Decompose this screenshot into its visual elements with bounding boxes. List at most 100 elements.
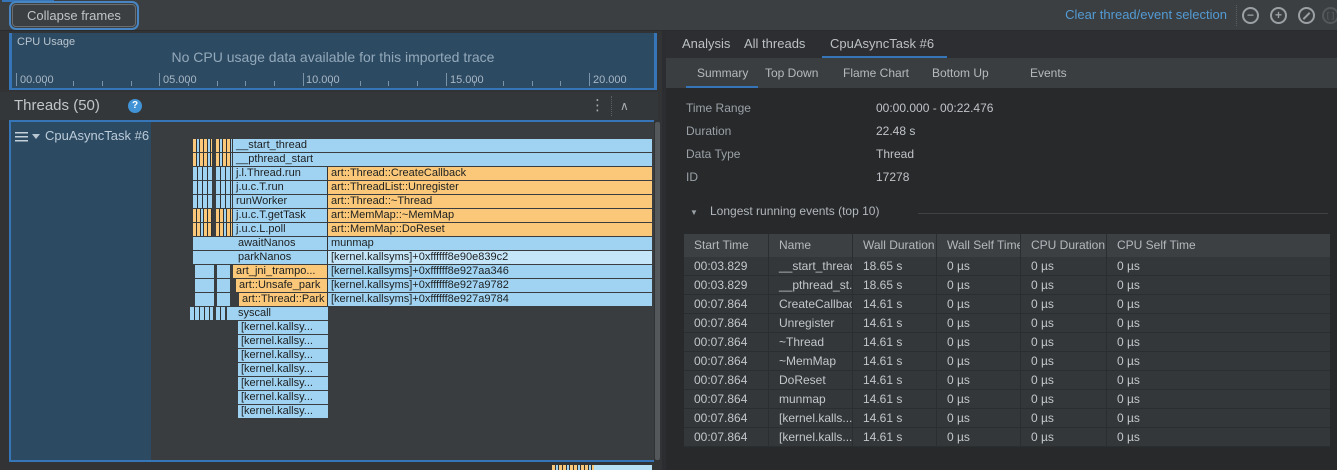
section-collapse-icon[interactable]: ▼ — [690, 208, 698, 217]
trace-event-bar[interactable]: [kernel.kallsy... — [238, 405, 328, 418]
trace-event-bar[interactable]: syscall — [227, 307, 328, 320]
trace-event-bar[interactable]: j.l.Thread.run — [233, 167, 328, 180]
collapse-frames-button[interactable]: Collapse frames — [12, 4, 136, 27]
trace-event-bar[interactable]: [kernel.kallsy... — [238, 363, 328, 376]
trace-event-bar[interactable] — [195, 265, 214, 278]
reset-zoom-icon[interactable] — [1298, 7, 1315, 24]
cpu-usage-panel[interactable]: CPU Usage No CPU usage data available fo… — [9, 33, 657, 90]
trace-event-bar[interactable]: [kernel.kallsy... — [238, 349, 328, 362]
more-options-icon[interactable]: ⋮ — [590, 92, 605, 120]
trace-event-bar[interactable]: runWorker — [233, 195, 328, 208]
table-row[interactable]: 00:03.829 __start_thread 18.65 s 0 µs 0 … — [684, 257, 1330, 276]
thread-list-item[interactable]: CpuAsyncTask #6 — [9, 122, 151, 460]
cell-wall-self: 0 µs — [937, 428, 1021, 446]
zoom-in-icon[interactable]: + — [1270, 7, 1287, 24]
trace-micro-events[interactable] — [190, 307, 213, 320]
trace-event-bar[interactable] — [217, 293, 230, 306]
trace-micro-events[interactable] — [216, 223, 232, 236]
trace-event-bar[interactable]: [kernel.kallsyms]+0xffffff8e927aa346 — [328, 265, 652, 278]
table-row[interactable]: 00:07.864 Unregister 14.61 s 0 µs 0 µs 0… — [684, 314, 1330, 333]
trace-event-bar[interactable]: __pthread_start — [233, 153, 652, 166]
trace-event-bar[interactable] — [195, 279, 214, 292]
trace-event-bar[interactable]: [kernel.kallsy... — [238, 335, 328, 348]
table-row[interactable]: 00:07.864 ~MemMap 14.61 s 0 µs 0 µs 0 µs — [684, 352, 1330, 371]
threads-scrollbar[interactable] — [655, 122, 660, 460]
trace-micro-events[interactable] — [193, 223, 212, 236]
thread-name-label: CpuAsyncTask #6 — [45, 128, 149, 143]
trace-micro-events[interactable] — [216, 307, 225, 320]
trace-micro-events[interactable] — [216, 153, 232, 166]
analysis-panel: Analysis All threads CpuAsyncTask #6 Sum… — [666, 31, 1337, 470]
trace-micro-events[interactable] — [193, 209, 212, 222]
trace-micro-events[interactable] — [216, 209, 232, 222]
trace-event-bar[interactable]: art::Thread::Park — [239, 293, 328, 306]
trace-event-bar[interactable]: [kernel.kallsy... — [238, 377, 328, 390]
trace-event-bar[interactable]: [kernel.kallsy... — [238, 391, 328, 404]
trace-event-bar[interactable]: art::ThreadList::Unregister — [328, 181, 652, 194]
trace-micro-events[interactable] — [216, 167, 232, 180]
trace-event-bar[interactable] — [195, 293, 214, 306]
column-header[interactable]: Name — [769, 234, 853, 257]
table-row[interactable]: 00:07.864 munmap 14.61 s 0 µs 0 µs 0 µs — [684, 390, 1330, 409]
table-row[interactable]: 00:07.864 ~Thread 14.61 s 0 µs 0 µs 0 µs — [684, 333, 1330, 352]
trace-event-bar[interactable] — [217, 265, 230, 278]
trace-event-bar[interactable]: [kernel.kallsy... — [238, 321, 328, 334]
trace-micro-events[interactable] — [193, 153, 212, 166]
trace-event-bar[interactable]: __start_thread — [233, 139, 652, 152]
table-row[interactable]: 00:07.864 CreateCallback 14.61 s 0 µs 0 … — [684, 295, 1330, 314]
trace-event-bar[interactable]: art::Thread::~Thread — [328, 195, 652, 208]
next-thread-preview[interactable] — [9, 464, 654, 470]
help-icon[interactable]: ? — [128, 99, 142, 113]
trace-event-bar[interactable]: art::Unsafe_park — [236, 279, 328, 292]
zoom-out-icon[interactable]: − — [1242, 7, 1259, 24]
column-header[interactable]: CPU Duration — [1021, 234, 1107, 257]
collapse-panel-icon[interactable]: ∧ — [620, 92, 629, 120]
trace-event-bar[interactable]: [kernel.kallsyms]+0xffffff8e927a9784 — [328, 293, 652, 306]
table-row[interactable]: 00:07.864 [kernel.kalls... 14.61 s 0 µs … — [684, 428, 1330, 447]
drag-handle-icon[interactable] — [15, 132, 28, 142]
column-header[interactable]: CPU Self Time — [1107, 234, 1330, 257]
trace-event-bar[interactable]: [kernel.kallsyms]+0xffffff8e90e839c2 — [328, 251, 652, 264]
trace-event-bar[interactable]: munmap — [328, 237, 652, 250]
trace-event-bar[interactable]: parkNanos — [193, 251, 328, 264]
trace-event-bar[interactable]: [kernel.kallsyms]+0xffffff8e927a9782 — [328, 279, 652, 292]
trace-micro-events[interactable] — [216, 181, 232, 194]
trace-micro-events[interactable] — [216, 139, 232, 152]
trace-event-bar[interactable]: art_jni_trampo... — [233, 265, 328, 278]
trace-micro-events[interactable] — [193, 167, 212, 180]
trace-micro-events[interactable] — [193, 181, 212, 194]
subtab-flame-chart[interactable]: Flame Chart — [843, 58, 909, 88]
column-header[interactable]: Start Time — [684, 234, 769, 257]
column-header[interactable]: Wall Self Time — [937, 234, 1021, 257]
trace-event-bar[interactable]: awaitNanos — [193, 237, 328, 250]
trace-event-bar[interactable]: j.u.c.T.getTask — [233, 209, 328, 222]
cell-start-time: 00:07.864 — [684, 333, 769, 351]
trace-micro-events[interactable] — [193, 195, 212, 208]
trace-event-bar[interactable]: art::MemMap::~MemMap — [328, 209, 652, 222]
table-row[interactable]: 00:07.864 DoReset 14.61 s 0 µs 0 µs 0 µs — [684, 371, 1330, 390]
tab-all-threads[interactable]: All threads — [744, 31, 805, 57]
trace-micro-events[interactable] — [216, 195, 232, 208]
thread-trace-chart[interactable]: __start_thread __pthread_start j.l.Threa… — [151, 122, 654, 460]
trace-micro-events[interactable] — [193, 139, 212, 152]
column-header[interactable]: Wall Duration — [853, 234, 937, 257]
clear-selection-link[interactable]: Clear thread/event selection — [1065, 0, 1227, 30]
trace-event-bar[interactable]: j.u.c.L.poll — [233, 223, 328, 236]
subtab-top-down[interactable]: Top Down — [765, 58, 818, 88]
expand-thread-icon[interactable] — [32, 134, 40, 139]
cell-wall-duration: 14.61 s — [853, 295, 937, 313]
trace-event-bar[interactable]: art::Thread::CreateCallback — [328, 167, 652, 180]
table-row[interactable]: 00:07.864 [kernel.kalls... 14.61 s 0 µs … — [684, 409, 1330, 428]
subtab-events[interactable]: Events — [1030, 58, 1067, 88]
subtab-summary[interactable]: Summary — [697, 58, 748, 88]
cell-wall-duration: 14.61 s — [853, 352, 937, 370]
table-row[interactable]: 00:03.829 __pthread_st... 18.65 s 0 µs 0… — [684, 276, 1330, 295]
tab-analysis[interactable]: Analysis — [682, 31, 730, 57]
trace-event-bar[interactable] — [217, 279, 230, 292]
cell-wall-duration: 14.61 s — [853, 314, 937, 332]
tab-cpuasynctask[interactable]: CpuAsyncTask #6 — [830, 31, 934, 57]
trace-event-bar[interactable]: art::MemMap::DoReset — [328, 223, 652, 236]
subtab-bottom-up[interactable]: Bottom Up — [932, 58, 989, 88]
axis-tick-label: 05.000 — [163, 74, 197, 86]
trace-event-bar[interactable]: j.u.c.T.run — [233, 181, 328, 194]
